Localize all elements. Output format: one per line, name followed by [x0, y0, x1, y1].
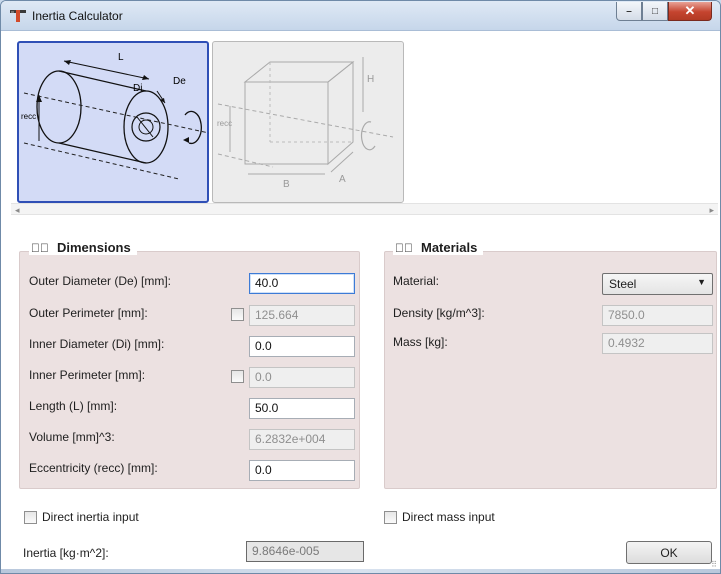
eccentricity-input[interactable]: 0.0: [249, 460, 355, 481]
material-value: Steel: [609, 277, 637, 291]
materials-title: Materials: [421, 240, 478, 255]
outer-diameter-label: Outer Diameter (De) [mm]:: [29, 274, 172, 288]
inertia-label: Inertia [kg·m^2]:: [23, 546, 109, 560]
shape-gallery: L Di De recc H B A recc: [11, 39, 718, 213]
inner-perimeter-label: Inner Perimeter [mm]:: [29, 368, 146, 382]
resize-grip-icon[interactable]: ⠿: [711, 560, 717, 569]
outer-perimeter-field: 125.664: [249, 305, 355, 326]
outer-perimeter-label: Outer Perimeter [mm]:: [29, 306, 148, 320]
material-label: Material:: [393, 274, 440, 288]
scroll-right-icon[interactable]: ▸: [709, 204, 714, 216]
outer-diameter-label: De: [173, 76, 186, 87]
depth-label: A: [339, 174, 346, 185]
mass-label: Mass [kg]:: [393, 335, 448, 349]
close-button[interactable]: ✕: [668, 2, 712, 21]
inner-perimeter-field: 0.0: [249, 367, 355, 388]
outer-perimeter-checkbox[interactable]: [231, 308, 244, 321]
inner-perimeter-checkbox[interactable]: [231, 370, 244, 383]
chevron-down-icon: ▼: [697, 277, 706, 287]
length-input[interactable]: 50.0: [249, 398, 355, 419]
height-label: H: [367, 74, 374, 85]
dimensions-title: Dimensions: [57, 240, 131, 255]
material-select[interactable]: Steel ▼: [602, 273, 713, 295]
direct-mass-checkbox[interactable]: [384, 510, 397, 524]
outer-diameter-input[interactable]: 40.0: [249, 273, 355, 294]
volume-field: 6.2832e+004: [249, 429, 355, 450]
t-shape-icon: [10, 10, 26, 22]
collapse-icon[interactable]: ⌃⃝: [395, 241, 413, 255]
density-label: Density [kg/m^3]:: [393, 306, 485, 320]
dimensions-header[interactable]: ⌃⃝ Dimensions: [29, 240, 137, 255]
inertia-field: 9.8646e-005: [246, 541, 364, 562]
inner-diameter-input[interactable]: 0.0: [249, 336, 355, 357]
gallery-scrollbar[interactable]: ◂ ▸: [11, 203, 718, 215]
direct-mass-option[interactable]: Direct mass input: [384, 510, 495, 524]
inertia-calculator-window: Inertia Calculator – □ ✕ L Di De recc H …: [0, 0, 721, 574]
inner-diameter-label: Di: [133, 83, 142, 94]
box-eccentricity-label: recc: [217, 119, 232, 128]
window-controls: – □ ✕: [616, 2, 712, 21]
collapse-icon[interactable]: ⌃⃝: [31, 241, 49, 255]
density-field: 7850.0: [602, 305, 713, 326]
minimize-button[interactable]: –: [616, 2, 642, 21]
scroll-left-icon[interactable]: ◂: [15, 204, 20, 216]
mass-field: 0.4932: [602, 333, 713, 354]
box-shape-tile[interactable]: H B A recc: [212, 41, 404, 203]
ok-button[interactable]: OK: [626, 541, 712, 564]
volume-label: Volume [mm]^3:: [29, 430, 115, 444]
minimize-icon: –: [626, 5, 632, 17]
width-label: B: [283, 179, 290, 190]
hollow-cylinder-diagram-icon: L Di De recc: [21, 52, 209, 180]
box-diagram-icon: H B A recc: [217, 57, 394, 190]
direct-inertia-option[interactable]: Direct inertia input: [24, 510, 139, 524]
direct-inertia-checkbox[interactable]: [24, 510, 37, 524]
title-bar[interactable]: Inertia Calculator – □ ✕: [1, 1, 720, 31]
close-icon: ✕: [684, 3, 696, 18]
window-title: Inertia Calculator: [32, 9, 123, 23]
direct-inertia-label: Direct inertia input: [42, 510, 139, 524]
inner-diameter-label: Inner Diameter (Di) [mm]:: [29, 337, 165, 351]
materials-header[interactable]: ⌃⃝ Materials: [393, 240, 484, 255]
length-label: Length (L) [mm]:: [29, 399, 118, 413]
cylinder-shape-tile[interactable]: L Di De recc: [17, 41, 209, 203]
eccentricity-label: recc: [21, 112, 36, 121]
eccentricity-label: Eccentricity (recc) [mm]:: [29, 461, 158, 475]
length-label: L: [118, 52, 124, 63]
maximize-icon: □: [651, 5, 659, 17]
direct-mass-label: Direct mass input: [402, 510, 495, 524]
window-bottom-border: [1, 569, 720, 573]
maximize-button[interactable]: □: [642, 2, 668, 21]
